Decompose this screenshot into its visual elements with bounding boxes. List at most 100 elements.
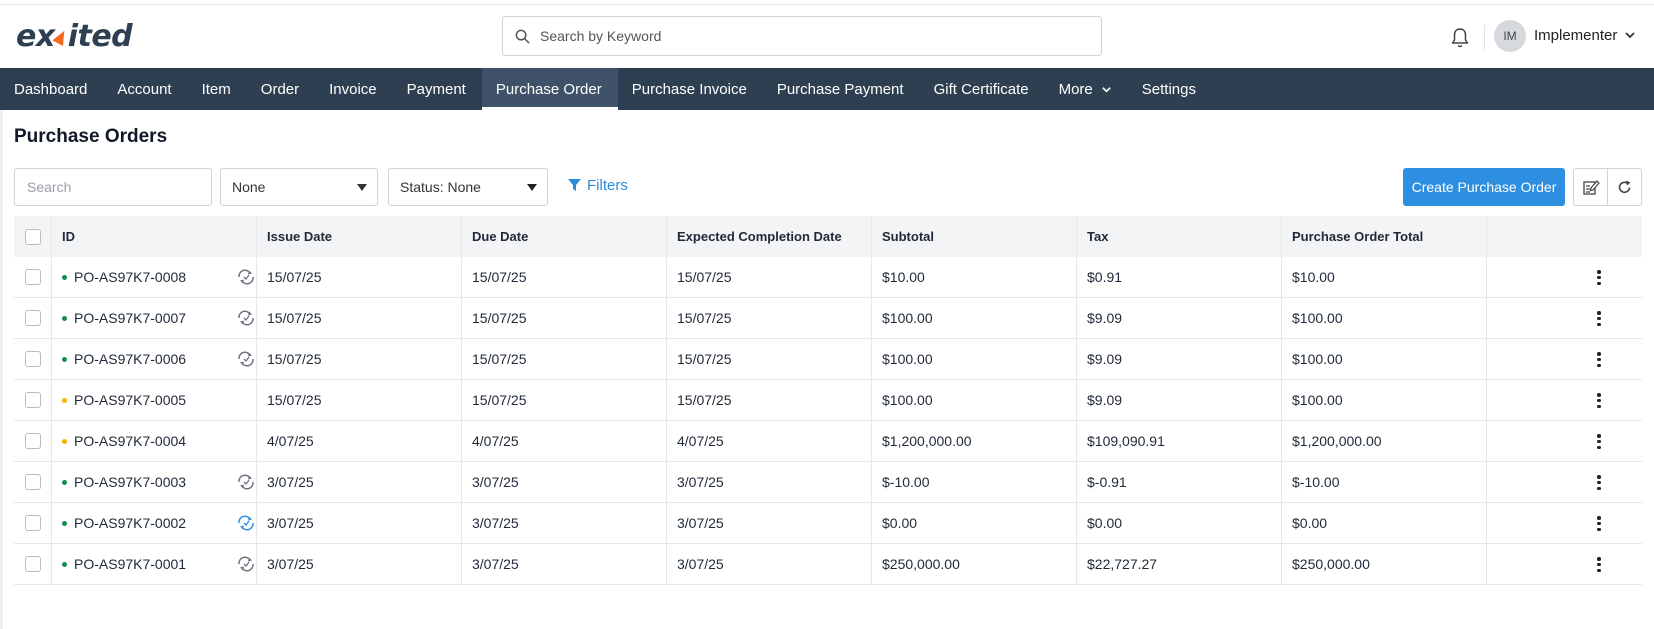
row-actions-kebab-icon[interactable] [1597,393,1601,408]
column-header-id[interactable]: ID [62,216,75,257]
nav-item-label: Invoice [329,80,377,98]
status-dot-icon [62,561,67,567]
cell-id[interactable]: PO-AS97K7-0005 [62,380,186,420]
select-all-checkbox[interactable] [25,228,41,245]
nav-item-purchase-order[interactable]: Purchase Order [481,68,618,110]
column-separator [461,462,462,502]
sync-icon[interactable] [236,474,256,490]
column-header-due-date[interactable]: Due Date [472,216,528,257]
table-row[interactable]: PO-AS97K7-0004 4/07/25 4/07/25 4/07/25 $1,20… [14,421,1642,462]
row-checkbox[interactable] [25,310,41,326]
filters-button[interactable]: Filters [568,177,628,194]
sync-icon[interactable] [236,556,256,572]
global-search[interactable] [502,16,1102,56]
purchase-order-id[interactable]: PO-AS97K7-0002 [74,515,186,531]
column-separator [666,544,667,584]
row-checkbox[interactable] [25,433,41,449]
filters-label: Filters [587,177,628,194]
bell-icon[interactable] [1450,27,1470,49]
sync-icon[interactable] [236,310,256,326]
nav-item-item[interactable]: Item [188,68,247,110]
row-checkbox[interactable] [25,351,41,367]
create-purchase-order-button[interactable]: Create Purchase Order [1403,168,1565,206]
row-actions-kebab-icon[interactable] [1597,352,1601,367]
column-separator [51,216,52,257]
row-actions-kebab-icon[interactable] [1597,270,1601,285]
purchase-order-id[interactable]: PO-AS97K7-0003 [74,474,186,490]
table-row[interactable]: PO-AS97K7-0006 15/07/25 15/07/25 15/07/25 $1… [14,339,1642,380]
column-separator [666,421,667,461]
row-checkbox[interactable] [25,269,41,285]
cell-id[interactable]: PO-AS97K7-0007 [62,298,186,338]
column-separator [1076,544,1077,584]
column-separator [1486,380,1487,420]
row-actions-kebab-icon[interactable] [1597,434,1601,449]
cell-id[interactable]: PO-AS97K7-0004 [62,421,186,461]
nav-item-purchase-payment[interactable]: Purchase Payment [763,68,920,110]
row-checkbox[interactable] [25,556,41,572]
cell-id[interactable]: PO-AS97K7-0008 [62,257,186,297]
table-row[interactable]: PO-AS97K7-0003 3/07/25 3/07/25 3/07/25 $-10.… [14,462,1642,503]
table-row[interactable]: PO-AS97K7-0007 15/07/25 15/07/25 15/07/25 $1… [14,298,1642,339]
nav-item-label: Account [117,80,172,98]
nav-item-payment[interactable]: Payment [393,68,482,110]
column-separator [1076,298,1077,338]
cell-tax: $9.09 [1087,310,1123,326]
logo[interactable]: ex ited [16,19,133,54]
chevron-down-icon[interactable] [1624,29,1636,41]
purchase-order-id[interactable]: PO-AS97K7-0007 [74,310,186,326]
edit-columns-button[interactable] [1573,168,1608,206]
cell-id[interactable]: PO-AS97K7-0002 [62,503,186,543]
purchase-order-id[interactable]: PO-AS97K7-0001 [74,556,186,572]
column-header-subtotal[interactable]: Subtotal [882,216,934,257]
table-row[interactable]: PO-AS97K7-0001 3/07/25 3/07/25 3/07/25 $250,… [14,544,1642,585]
table-row[interactable]: PO-AS97K7-0005 15/07/25 15/07/25 15/07/25 $1… [14,380,1642,421]
nav-item-gift-certificate[interactable]: Gift Certificate [920,68,1045,110]
purchase-order-id[interactable]: PO-AS97K7-0008 [74,269,186,285]
search-input[interactable] [14,168,212,206]
cell-id[interactable]: PO-AS97K7-0003 [62,462,186,502]
purchase-order-id[interactable]: PO-AS97K7-0006 [74,351,186,367]
row-actions-kebab-icon[interactable] [1597,475,1601,490]
row-actions-kebab-icon[interactable] [1597,557,1601,572]
row-checkbox[interactable] [25,474,41,490]
status-dot-icon [62,520,67,526]
nav-item-account[interactable]: Account [103,68,187,110]
nav-item-settings[interactable]: Settings [1128,68,1212,110]
column-separator [461,339,462,379]
column-header-issue-date[interactable]: Issue Date [267,216,332,257]
nav-item-more[interactable]: More [1045,68,1128,110]
username-label[interactable]: Implementer [1534,27,1617,44]
nav-item-purchase-invoice[interactable]: Purchase Invoice [618,68,763,110]
row-actions-kebab-icon[interactable] [1597,516,1601,531]
nav-item-dashboard[interactable]: Dashboard [0,68,103,110]
table-row[interactable]: PO-AS97K7-0008 15/07/25 15/07/25 15/07/25 $1… [14,257,1642,298]
row-actions-kebab-icon[interactable] [1597,311,1601,326]
search-icon [515,29,530,43]
sync-icon[interactable] [236,269,256,285]
sync-icon[interactable] [236,515,256,531]
purchase-order-id[interactable]: PO-AS97K7-0005 [74,392,186,408]
avatar[interactable]: IM [1494,20,1526,52]
cell-id[interactable]: PO-AS97K7-0001 [62,544,186,584]
column-separator [51,544,52,584]
refresh-button[interactable] [1607,168,1642,206]
sync-icon[interactable] [236,351,256,367]
global-search-input[interactable] [540,28,1080,44]
dropdown-arrow-icon [527,184,537,191]
table-row[interactable]: PO-AS97K7-0002 3/07/25 3/07/25 3/07/25 $0.00… [14,503,1642,544]
column-separator [1076,503,1077,543]
cell-id[interactable]: PO-AS97K7-0006 [62,339,186,379]
status-select[interactable]: Status: None [388,168,548,206]
row-checkbox[interactable] [25,515,41,531]
column-header-tax[interactable]: Tax [1087,216,1108,257]
row-checkbox[interactable] [25,392,41,408]
nav-item-order[interactable]: Order [247,68,315,110]
purchase-order-id[interactable]: PO-AS97K7-0004 [74,433,186,449]
column-separator [1076,380,1077,420]
column-header-purchase-order-total[interactable]: Purchase Order Total [1292,216,1423,257]
filter-select[interactable]: None [220,168,378,206]
column-header-expected-completion-date[interactable]: Expected Completion Date [677,216,842,257]
nav-item-invoice[interactable]: Invoice [315,68,393,110]
column-separator [1281,257,1282,297]
